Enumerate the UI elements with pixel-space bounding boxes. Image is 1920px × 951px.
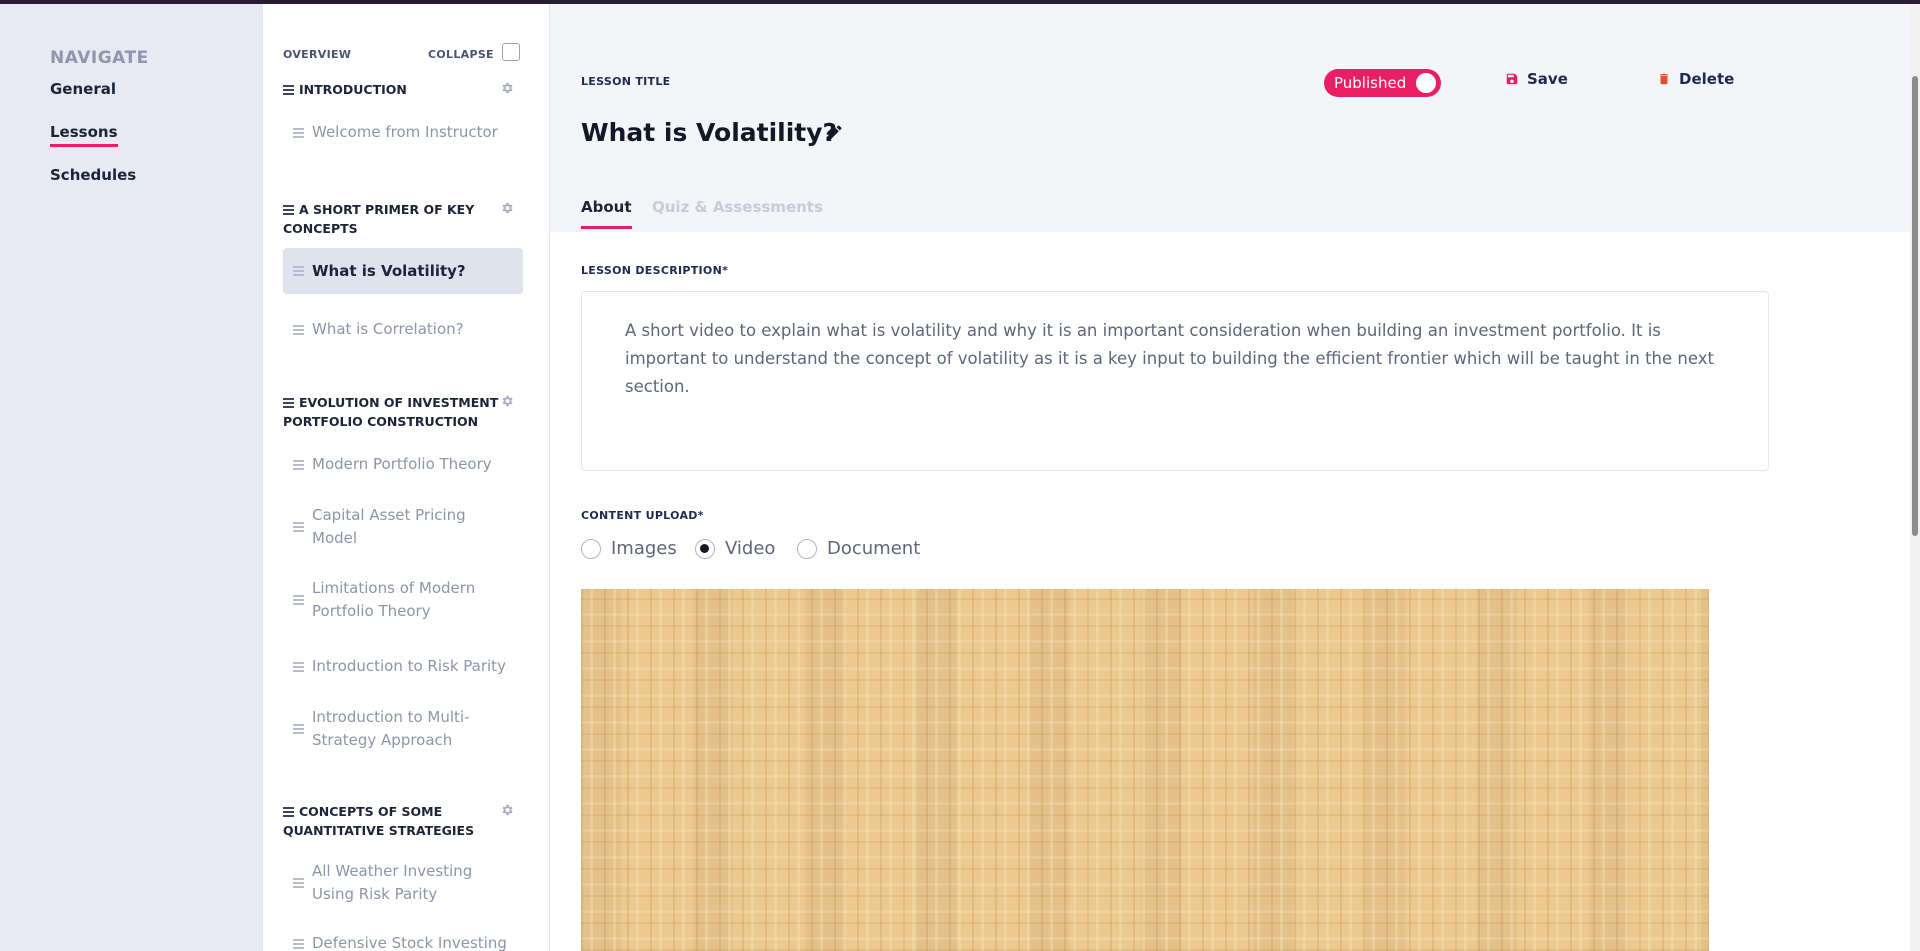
drag-handle-icon[interactable] — [293, 661, 304, 672]
content-upload-label: CONTENT UPLOAD* — [581, 509, 704, 522]
lesson-label: Introduction to Multi-Strategy Approach — [312, 708, 470, 749]
lesson-item[interactable]: Limitations of Modern Portfolio Theory — [283, 577, 523, 623]
section-quantitative-strategies[interactable]: CONCEPTS OF SOME QUANTITATIVE STRATEGIES — [283, 802, 503, 840]
toggle-label: Published — [1334, 74, 1407, 92]
lesson-label: Limitations of Modern Portfolio Theory — [312, 579, 476, 620]
drag-handle-icon[interactable] — [293, 938, 304, 949]
delete-label: Delete — [1679, 70, 1735, 88]
section-introduction[interactable]: INTRODUCTION — [283, 80, 503, 99]
drag-handle-icon[interactable] — [293, 266, 304, 276]
radio-label: Video — [725, 538, 776, 559]
lesson-item[interactable]: Defensive Stock Investing — [283, 932, 523, 951]
radio-button-checked[interactable] — [695, 538, 715, 559]
scrollbar-thumb[interactable] — [1912, 76, 1918, 536]
nav-item-lessons[interactable]: Lessons — [50, 123, 118, 147]
save-icon — [1506, 73, 1518, 85]
radio-images[interactable]: Images — [581, 538, 677, 559]
gear-icon[interactable] — [500, 201, 514, 215]
drag-handle-icon[interactable] — [283, 806, 294, 817]
lesson-item[interactable]: All Weather Investing Using Risk Parity — [283, 860, 523, 906]
save-label: Save — [1527, 70, 1568, 88]
radio-document[interactable]: Document — [797, 538, 920, 559]
drag-handle-icon[interactable] — [293, 324, 304, 335]
drag-handle-icon[interactable] — [293, 595, 304, 605]
drag-handle-icon[interactable] — [293, 127, 304, 138]
nav-heading: NAVIGATE — [50, 48, 149, 68]
drag-handle-icon[interactable] — [293, 522, 304, 532]
lesson-label: All Weather Investing Using Risk Parity — [312, 862, 473, 903]
section-title: A SHORT PRIMER OF KEY CONCEPTS — [283, 202, 475, 236]
section-portfolio-construction[interactable]: EVOLUTION OF INVESTMENT PORTFOLIO CONSTR… — [283, 393, 503, 431]
section-title: CONCEPTS OF SOME QUANTITATIVE STRATEGIES — [283, 804, 475, 838]
lesson-item[interactable]: Modern Portfolio Theory — [283, 453, 523, 476]
lesson-item[interactable]: Welcome from Instructor — [283, 121, 523, 144]
gear-icon[interactable] — [500, 81, 514, 95]
radio-video[interactable]: Video — [695, 538, 775, 559]
delete-button[interactable]: Delete — [1657, 70, 1734, 88]
drag-handle-icon[interactable] — [283, 397, 294, 408]
published-toggle[interactable]: Published — [1324, 69, 1441, 97]
section-title: EVOLUTION OF INVESTMENT PORTFOLIO CONSTR… — [283, 395, 499, 429]
drag-handle-icon[interactable] — [293, 459, 304, 470]
lesson-label: Introduction to Risk Parity — [312, 657, 506, 675]
lesson-item[interactable]: Capital Asset Pricing Model — [283, 504, 523, 550]
save-button[interactable]: Save — [1505, 70, 1568, 88]
radio-label: Document — [827, 538, 921, 559]
lesson-item[interactable]: What is Correlation? — [283, 318, 523, 341]
lesson-label: Defensive Stock Investing — [312, 934, 507, 951]
lesson-item[interactable]: Introduction to Multi-Strategy Approach — [283, 706, 523, 752]
drag-handle-icon[interactable] — [293, 878, 304, 888]
trash-icon — [1659, 73, 1669, 85]
collapse-checkbox[interactable] — [502, 43, 520, 61]
nav-item-general[interactable]: General — [50, 80, 116, 101]
gear-icon[interactable] — [500, 394, 514, 408]
lesson-label: Capital Asset Pricing Model — [312, 506, 466, 547]
radio-button[interactable] — [797, 538, 817, 559]
lesson-title[interactable]: What is Volatility? — [581, 118, 837, 147]
lesson-description-label: LESSON DESCRIPTION* — [581, 264, 729, 277]
nav-item-schedules[interactable]: Schedules — [50, 166, 136, 187]
scrollbar[interactable] — [1910, 4, 1920, 951]
collapse-label: COLLAPSE — [428, 48, 494, 61]
lesson-item-active[interactable]: What is Volatility? — [283, 248, 523, 294]
left-navigation: NAVIGATE General Lessons Schedules — [0, 4, 263, 951]
tab-quiz-assessments[interactable]: Quiz & Assessments — [652, 198, 823, 226]
lesson-label: What is Correlation? — [312, 320, 464, 338]
section-title: INTRODUCTION — [299, 82, 407, 97]
lesson-label: Welcome from Instructor — [312, 123, 498, 141]
tab-about[interactable]: About — [581, 198, 632, 229]
drag-handle-icon[interactable] — [293, 724, 304, 734]
pencil-icon[interactable] — [824, 123, 844, 143]
section-key-concepts[interactable]: A SHORT PRIMER OF KEY CONCEPTS — [283, 200, 503, 238]
toggle-knob — [1414, 71, 1438, 95]
video-preview[interactable] — [581, 589, 1709, 951]
lesson-label: Modern Portfolio Theory — [312, 455, 492, 473]
course-outline: OVERVIEW COLLAPSE INTRODUCTION Welcome f… — [263, 4, 550, 951]
lesson-title-label: LESSON TITLE — [581, 75, 671, 88]
lesson-description-field[interactable]: A short video to explain what is volatil… — [581, 291, 1769, 471]
lesson-label: What is Volatility? — [312, 262, 466, 280]
gear-icon[interactable] — [500, 803, 514, 817]
drag-handle-icon[interactable] — [283, 204, 294, 215]
overview-label: OVERVIEW — [283, 48, 352, 61]
drag-handle-icon[interactable] — [283, 84, 294, 95]
lesson-item[interactable]: Introduction to Risk Parity — [283, 655, 523, 678]
radio-label: Images — [611, 538, 677, 559]
radio-button[interactable] — [581, 538, 601, 559]
